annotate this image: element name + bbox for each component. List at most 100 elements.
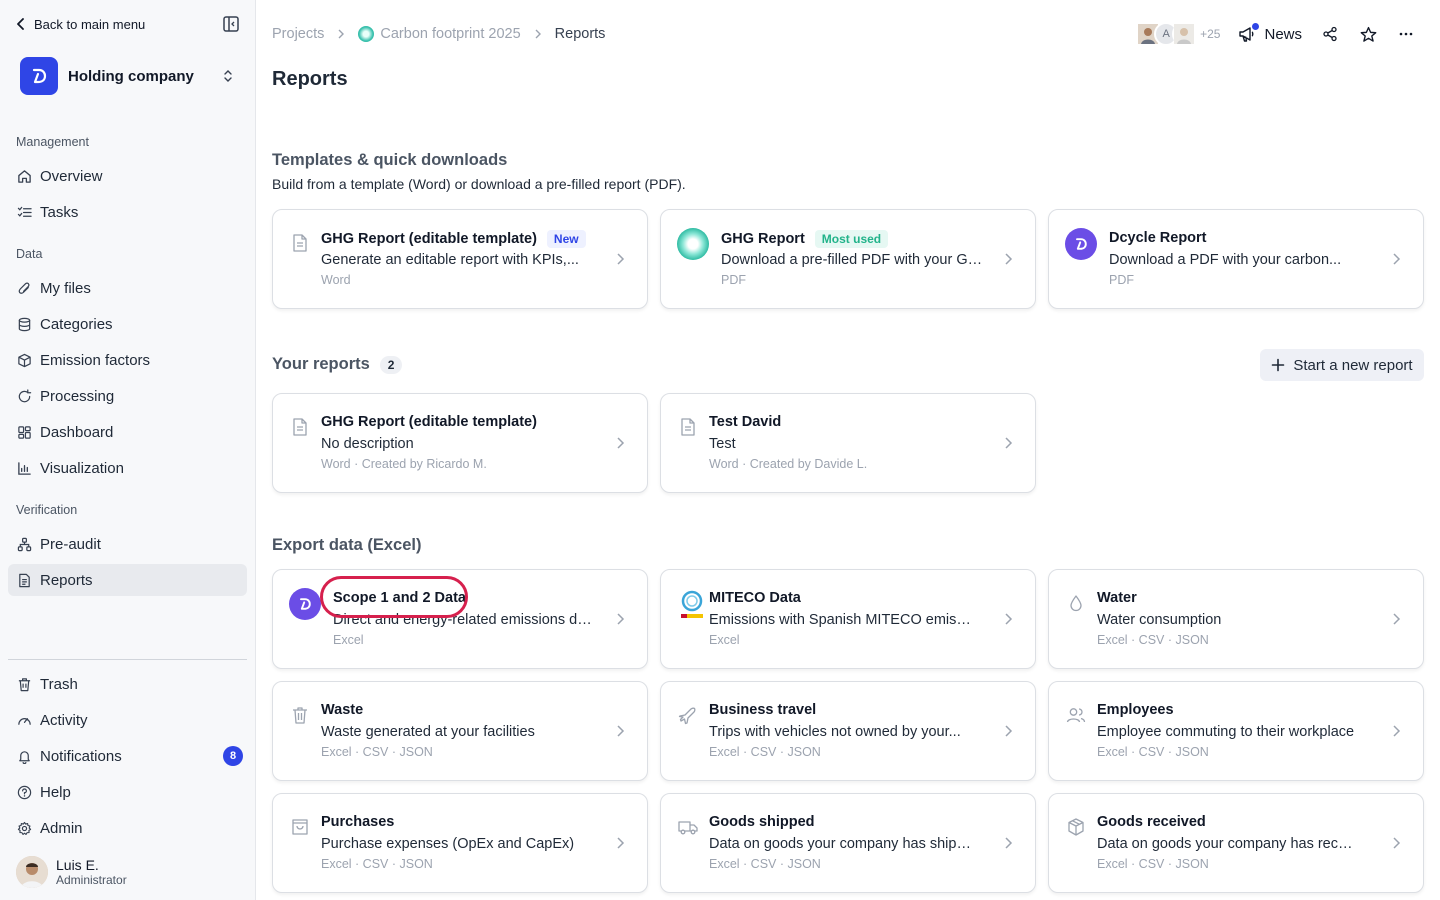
back-to-main-menu-link[interactable]: Back to main menu xyxy=(16,14,145,34)
card-meta: Word · Created by Davide L. xyxy=(709,457,868,471)
template-card-ghg-report[interactable]: GHG Report Most used Download a pre-fille… xyxy=(660,209,1036,309)
star-icon xyxy=(1360,26,1376,42)
miteco-logo-icon xyxy=(681,590,703,618)
favorite-button[interactable] xyxy=(1358,24,1378,44)
export-card-purchases[interactable]: Purchases Purchase expenses (OpEx and Ca… xyxy=(272,793,648,893)
sidebar-item-notifications[interactable]: Notifications 8 xyxy=(8,740,247,772)
sidebar: Back to main menu Holding company Manage… xyxy=(0,0,256,900)
user-role: Administrator xyxy=(56,873,127,887)
member-avatar xyxy=(1172,22,1197,46)
project-members[interactable]: A +25 xyxy=(1136,22,1220,46)
paperclip-icon xyxy=(18,282,30,294)
chevron-right-icon xyxy=(617,725,625,737)
org-name: Holding company xyxy=(68,67,194,85)
card-description: Trips with vehicles not owned by your... xyxy=(709,724,961,740)
export-heading: Export data (Excel) xyxy=(272,536,421,555)
export-card-business-travel[interactable]: Business travel Trips with vehicles not … xyxy=(660,681,1036,781)
sidebar-item-trash[interactable]: Trash xyxy=(8,668,247,700)
database-icon xyxy=(18,317,31,331)
card-title: Waste xyxy=(321,702,364,718)
user-profile[interactable]: Luis E. Administrator xyxy=(16,856,127,888)
card-meta: Excel · CSV · JSON xyxy=(321,857,433,871)
news-button[interactable]: News xyxy=(1238,23,1302,43)
sidebar-item-categories[interactable]: Categories xyxy=(8,308,247,340)
document-icon xyxy=(293,234,307,252)
most-used-tag: Most used xyxy=(814,230,889,248)
sidebar-item-dashboard[interactable]: Dashboard xyxy=(8,416,247,448)
card-meta: Word xyxy=(321,273,351,287)
export-card-employees[interactable]: Employees Employee commuting to their wo… xyxy=(1048,681,1424,781)
news-label: News xyxy=(1264,25,1302,43)
dcycle-logo-icon xyxy=(289,588,321,620)
sidebar-item-processing[interactable]: Processing xyxy=(8,380,247,412)
sidebar-item-help[interactable]: Help xyxy=(8,776,247,808)
sidebar-item-label: Reports xyxy=(40,571,93,589)
organization-switcher[interactable]: Holding company xyxy=(16,54,242,98)
sidebar-item-overview[interactable]: Overview xyxy=(8,160,247,192)
start-new-report-button[interactable]: Start a new report xyxy=(1260,349,1424,381)
chevron-right-icon xyxy=(1005,437,1013,449)
export-card-scope-1-2[interactable]: Scope 1 and 2 Data Direct and energy-rel… xyxy=(272,569,648,669)
template-card-dcycle-report[interactable]: Dcycle Report Download a PDF with your c… xyxy=(1048,209,1424,309)
cube-icon xyxy=(18,353,31,367)
sidebar-item-tasks[interactable]: Tasks xyxy=(8,196,247,228)
export-card-miteco[interactable]: MITECO Data Emissions with Spanish MITEC… xyxy=(660,569,1036,669)
card-title-label: GHG Report (editable template) xyxy=(321,231,537,247)
more-horizontal-icon xyxy=(1399,32,1413,36)
card-description: Purchase expenses (OpEx and CapEx) xyxy=(321,836,575,852)
droplet-icon xyxy=(1070,595,1082,612)
card-title: Goods received xyxy=(1097,814,1206,830)
card-description: Data on goods your company has received xyxy=(1097,836,1359,852)
sidebar-item-label: Pre-audit xyxy=(40,535,101,553)
card-meta: Word · Created by Ricardo M. xyxy=(321,457,487,471)
chevron-right-icon xyxy=(1393,725,1401,737)
sidebar-item-reports[interactable]: Reports xyxy=(8,564,247,596)
avatar xyxy=(16,856,48,888)
share-button[interactable] xyxy=(1320,24,1340,44)
breadcrumb-project-label: Carbon footprint 2025 xyxy=(380,25,521,42)
report-card-ghg-editable[interactable]: GHG Report (editable template) No descri… xyxy=(272,393,648,493)
bell-icon xyxy=(19,750,30,764)
breadcrumb-project[interactable]: Carbon footprint 2025 xyxy=(358,25,521,43)
card-title: Dcycle Report xyxy=(1109,230,1207,246)
export-card-water[interactable]: Water Water consumption Excel · CSV · JS… xyxy=(1048,569,1424,669)
sidebar-item-my-files[interactable]: My files xyxy=(8,272,247,304)
users-icon xyxy=(1066,708,1086,723)
sidebar-item-label: Emission factors xyxy=(40,351,151,369)
chevron-right-icon xyxy=(617,837,625,849)
sidebar-item-label: Overview xyxy=(40,167,103,185)
report-card-test-david[interactable]: Test David Test Word · Created by Davide… xyxy=(660,393,1036,493)
card-title: Scope 1 and 2 Data xyxy=(333,590,466,606)
sidebar-item-emission-factors[interactable]: Emission factors xyxy=(8,344,247,376)
card-description: No description xyxy=(321,436,414,452)
sidebar-item-admin[interactable]: Admin xyxy=(8,812,247,844)
export-card-goods-shipped[interactable]: Goods shipped Data on goods your company… xyxy=(660,793,1036,893)
card-title: GHG Report (editable template) xyxy=(321,414,537,430)
breadcrumb-projects[interactable]: Projects xyxy=(272,26,324,42)
card-description: Employee commuting to their workplace xyxy=(1097,724,1355,740)
new-tag: New xyxy=(546,230,586,248)
breadcrumb-current: Reports xyxy=(554,26,606,42)
card-title: Test David xyxy=(709,414,782,430)
sidebar-item-visualization[interactable]: Visualization xyxy=(8,452,247,484)
template-card-ghg-editable[interactable]: GHG Report (editable template) New Genera… xyxy=(272,209,648,309)
package-icon xyxy=(1068,818,1084,836)
sidebar-item-pre-audit[interactable]: Pre-audit xyxy=(8,528,247,560)
more-options-button[interactable] xyxy=(1396,24,1416,44)
export-card-goods-received[interactable]: Goods received Data on goods your compan… xyxy=(1048,793,1424,893)
card-meta: Excel · CSV · JSON xyxy=(709,745,821,759)
card-meta: Excel xyxy=(333,633,364,647)
card-title: Employees xyxy=(1097,702,1174,718)
export-card-waste[interactable]: Waste Waste generated at your facilities… xyxy=(272,681,648,781)
card-description: Water consumption xyxy=(1097,612,1222,628)
sidebar-item-label: Help xyxy=(40,783,71,801)
sidebar-item-label: Visualization xyxy=(40,459,124,477)
section-management: Management xyxy=(16,135,89,149)
card-title: Water xyxy=(1097,590,1137,606)
sidebar-item-activity[interactable]: Activity xyxy=(8,704,247,736)
sidebar-item-label: Admin xyxy=(40,819,83,837)
templates-subtitle: Build from a template (Word) or download… xyxy=(272,176,686,192)
collapse-sidebar-icon[interactable] xyxy=(222,15,240,33)
card-meta: Excel · CSV · JSON xyxy=(1097,633,1209,647)
chevron-right-icon xyxy=(1005,837,1013,849)
